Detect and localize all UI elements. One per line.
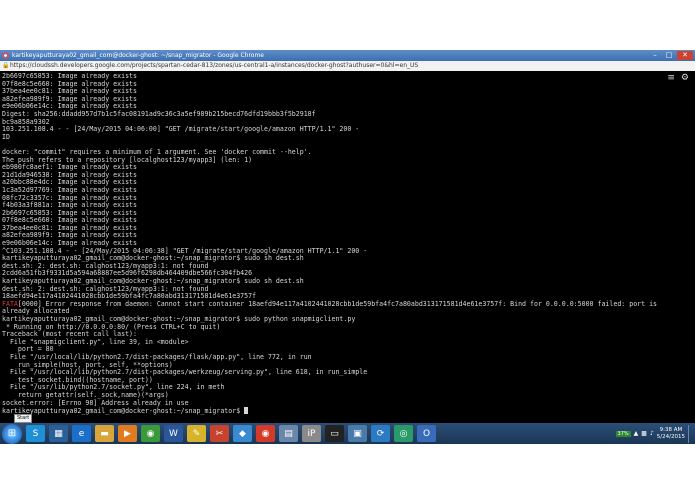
clock[interactable]: 9:38 AM 5/24/2015	[657, 427, 685, 441]
terminal-line: FATA[0000] Error response from daemon: C…	[2, 299, 658, 308]
terminal-line: File "snapmigclient.py", line 39, in <mo…	[2, 337, 189, 346]
maximize-icon[interactable]: □	[663, 51, 675, 60]
chrome-icon	[2, 52, 9, 59]
notepad-icon[interactable]: ▤	[279, 425, 298, 442]
terminal-line: ID	[2, 132, 10, 141]
folder-icon[interactable]: ▬	[95, 425, 114, 442]
terminal-line: kartikeyaputturaya02_gmail_com@docker-gh…	[2, 407, 695, 415]
browser-window: kartikeyaputturaya02_gmail_com@docker-gh…	[0, 50, 695, 444]
lock-icon: 🔒	[2, 62, 10, 69]
close-icon[interactable]: ✕	[677, 51, 693, 60]
sync-icon[interactable]: ⟳	[371, 425, 390, 442]
ipix-icon[interactable]: iP	[302, 425, 321, 442]
media-player-icon[interactable]: ▶	[118, 425, 137, 442]
window-title: kartikeyaputturaya02_gmail_com@docker-gh…	[12, 52, 264, 59]
url-text[interactable]: https://cloudssh.developers.google.com/p…	[10, 61, 418, 71]
terminal-output[interactable]: 2b6697c65853: Image already exists 07f8e8…	[0, 73, 695, 433]
system-tray: 37% ▲ ▩ ♪ 9:38 AM 5/24/2015	[615, 424, 693, 443]
calculator-icon[interactable]: ▣	[348, 425, 367, 442]
taskbar: ⊞ S ▦ e ▬ ▶ ◉ W ✎ ✂ ◆ ◉ ▤ iP ▭ ▣ ⟳ ◎ O 37% ▲ ▩ ♪ 9:38 AM …	[0, 423, 695, 444]
skype-icon[interactable]: S	[26, 425, 45, 442]
paint-icon[interactable]: ◆	[233, 425, 252, 442]
network-icon[interactable]: ◎	[394, 425, 413, 442]
tray-arrow-icon[interactable]: ▲	[634, 430, 639, 437]
network-tray-icon[interactable]: ▩	[641, 430, 647, 437]
terminal-cursor	[244, 407, 249, 415]
volume-icon[interactable]: ♪	[650, 430, 654, 437]
start-tooltip: Start	[14, 414, 33, 423]
window-titlebar[interactable]: kartikeyaputturaya02_gmail_com@docker-gh…	[0, 50, 695, 61]
terminal-icon[interactable]: ▭	[325, 425, 344, 442]
terminal-line: Digest: sha256:ddadd957d7b1c5fac08191ad9…	[2, 109, 316, 118]
outlook-icon[interactable]: O	[417, 425, 436, 442]
clock-time: 9:38 AM	[659, 426, 683, 433]
show-desktop-button[interactable]	[688, 424, 693, 443]
chrome-icon[interactable]: ◉	[141, 425, 160, 442]
internet-explorer-icon[interactable]: e	[72, 425, 91, 442]
terminal-line: socket.error: [Errno 98] Address already…	[2, 398, 189, 407]
windows-explorer-icon[interactable]: ▦	[49, 425, 68, 442]
word-icon[interactable]: W	[164, 425, 183, 442]
minimize-icon[interactable]: –	[649, 51, 661, 60]
start-button[interactable]: ⊞	[2, 423, 22, 444]
chrome-alt-icon[interactable]: ◉	[256, 425, 275, 442]
clock-date: 5/24/2015	[656, 433, 685, 440]
sticky-notes-icon[interactable]: ✎	[187, 425, 206, 442]
battery-indicator[interactable]: 37%	[615, 430, 631, 437]
snipping-tool-icon[interactable]: ✂	[210, 425, 229, 442]
terminal-line: 103.251.108.4 - - [24/May/2015 04:06:00]…	[2, 125, 360, 134]
